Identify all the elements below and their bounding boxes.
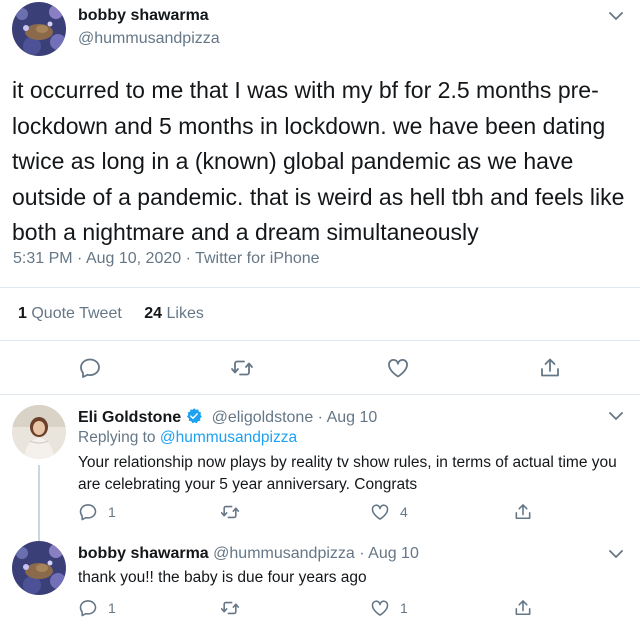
author-name[interactable]: Eli Goldstone (78, 409, 181, 426)
retweet-icon (220, 598, 240, 618)
retweet-icon[interactable] (230, 356, 254, 380)
author-handle[interactable]: @hummusandpizza (78, 30, 220, 48)
quote-count: 1 (18, 305, 27, 322)
quote-tweets-link[interactable]: 1 Quote Tweet (18, 305, 122, 322)
reply-date[interactable]: Aug 10 (327, 409, 378, 426)
reply-count: 1 (108, 600, 116, 616)
like-button[interactable]: 4 (370, 501, 408, 523)
divider (0, 287, 640, 288)
reply-button[interactable]: 1 (78, 597, 116, 619)
chevron-down-icon[interactable] (609, 11, 623, 21)
like-count: 4 (400, 504, 408, 520)
reply-tweet: bobby shawarma @hummusandpizza · Aug 10 … (0, 535, 640, 635)
likes-label: Likes (166, 305, 204, 322)
like-count: 1 (400, 600, 408, 616)
reply-text: Your relationship now plays by reality t… (78, 454, 617, 493)
reply-button[interactable]: 1 (78, 501, 116, 523)
main-tweet: bobby shawarma @hummusandpizza it occurr… (0, 0, 640, 395)
share-icon[interactable] (538, 356, 562, 380)
tweet-text: it occurred to me that I was with my bf … (12, 77, 625, 245)
replying-to: Replying to @hummusandpizza (78, 429, 297, 447)
divider (0, 340, 640, 341)
heart-icon[interactable] (386, 356, 410, 380)
reply-icon (78, 502, 98, 522)
replying-to-link[interactable]: @hummusandpizza (160, 429, 297, 446)
separator: · (77, 250, 83, 267)
chevron-down-icon[interactable] (609, 411, 623, 421)
likes-link[interactable]: 24 Likes (144, 305, 204, 322)
separator: · (185, 250, 191, 267)
author-name[interactable]: bobby shawarma (78, 545, 209, 562)
retweet-button[interactable] (220, 501, 240, 523)
share-button[interactable] (513, 597, 533, 619)
reply-header: Eli Goldstone @eligoldstone · Aug 10 (78, 407, 377, 430)
reply-text: thank you!! the baby is due four years a… (78, 569, 367, 586)
author-name[interactable]: bobby shawarma (78, 7, 209, 25)
heart-icon (370, 598, 390, 618)
replying-to-label: Replying to (78, 429, 156, 446)
tweet-timestamp: 5:31 PM · Aug 10, 2020 · Twitter for iPh… (13, 250, 320, 268)
engagement-stats: 1 Quote Tweet 24 Likes (18, 305, 222, 323)
like-button[interactable]: 1 (370, 597, 408, 619)
heart-icon (370, 502, 390, 522)
author-handle[interactable]: @eligoldstone (212, 409, 314, 426)
tweet-date[interactable]: Aug 10, 2020 (86, 250, 181, 267)
reply-count: 1 (108, 504, 116, 520)
reply-header: bobby shawarma @hummusandpizza · Aug 10 (78, 545, 419, 563)
tweet-client[interactable]: Twitter for iPhone (195, 250, 320, 267)
share-icon (513, 502, 533, 522)
reply-icon (78, 598, 98, 618)
author-handle[interactable]: @hummusandpizza (213, 545, 355, 562)
reply-tweet: Eli Goldstone @eligoldstone · Aug 10 Rep… (0, 395, 640, 565)
share-button[interactable] (513, 501, 533, 523)
reply-date[interactable]: Aug 10 (368, 545, 419, 562)
retweet-button[interactable] (220, 597, 240, 619)
share-icon (513, 598, 533, 618)
reply-icon[interactable] (78, 356, 102, 380)
verified-badge-icon (185, 407, 203, 430)
avatar[interactable] (12, 2, 66, 56)
avatar[interactable] (12, 405, 66, 459)
like-count: 24 (144, 305, 163, 322)
quote-label: Quote Tweet (31, 305, 122, 322)
separator: · (359, 545, 365, 562)
separator: · (317, 409, 323, 426)
retweet-icon (220, 502, 240, 522)
avatar[interactable] (12, 541, 66, 595)
tweet-time[interactable]: 5:31 PM (13, 250, 73, 267)
chevron-down-icon[interactable] (609, 549, 623, 559)
